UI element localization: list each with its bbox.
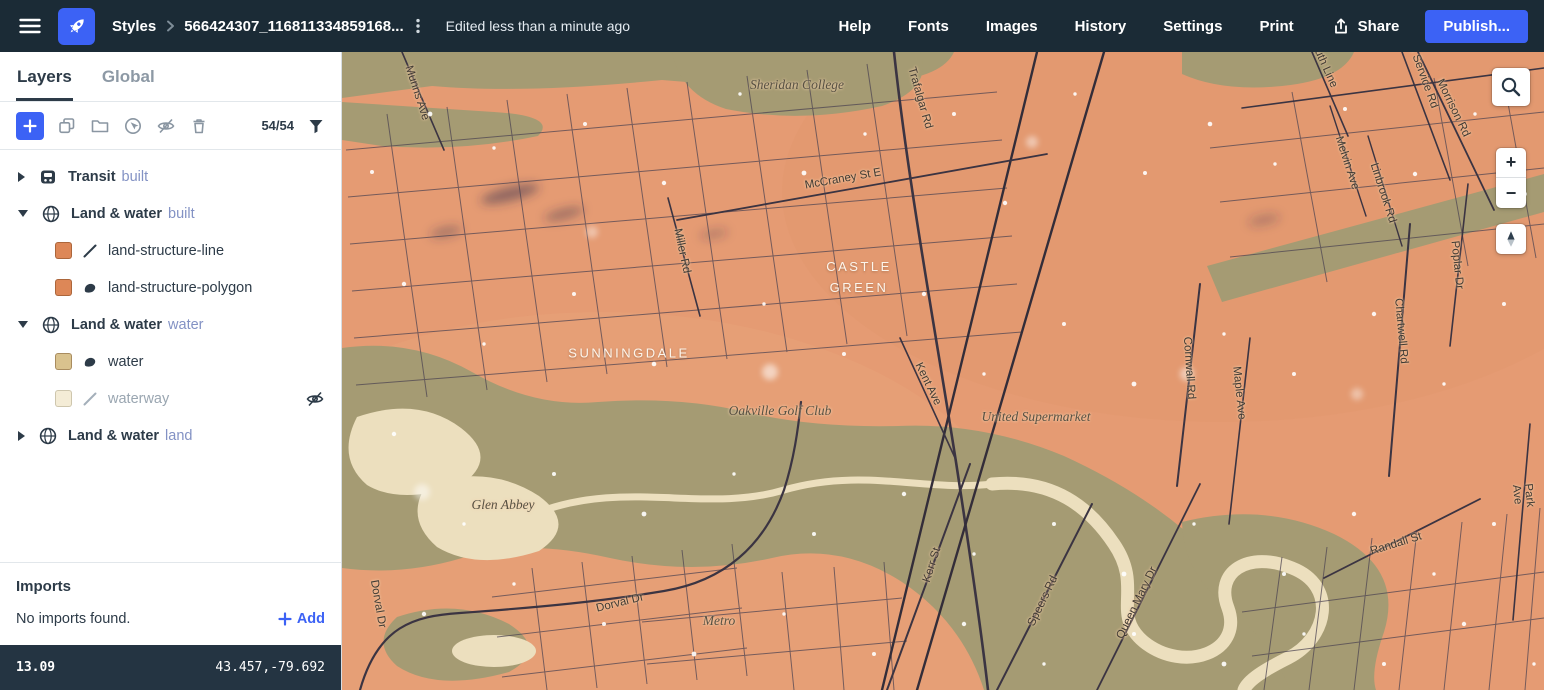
eye-off-icon[interactable] bbox=[156, 116, 176, 136]
cursor-circle-icon[interactable] bbox=[123, 116, 143, 136]
top-navigation: Help Fonts Images History Settings Print bbox=[839, 18, 1294, 35]
kebab-icon[interactable] bbox=[410, 17, 426, 35]
nav-help[interactable]: Help bbox=[839, 18, 872, 35]
share-up-arrow-icon bbox=[1332, 17, 1350, 35]
line-type-icon bbox=[82, 243, 98, 259]
funnel-icon[interactable] bbox=[307, 117, 325, 135]
map-position-bar: 13.09 43.457,-79.692 bbox=[0, 645, 341, 690]
layer-source-label: water bbox=[168, 317, 203, 333]
layer-source-label: built bbox=[122, 169, 149, 185]
layer-group-name: Land & water bbox=[71, 206, 162, 222]
magnifier-icon bbox=[1500, 76, 1522, 98]
publish-button[interactable]: Publish... bbox=[1425, 10, 1528, 43]
color-swatch[interactable] bbox=[55, 353, 72, 370]
layer-item-water[interactable]: water bbox=[0, 343, 341, 380]
globe-icon bbox=[38, 426, 58, 446]
nav-print[interactable]: Print bbox=[1259, 18, 1293, 35]
transit-icon bbox=[38, 167, 58, 187]
layer-item-waterway[interactable]: waterway bbox=[0, 380, 341, 417]
chevron-right-icon bbox=[162, 18, 178, 34]
layer-count: 54/54 bbox=[261, 118, 294, 133]
layer-item-land-structure-polygon[interactable]: land-structure-polygon bbox=[0, 269, 341, 306]
map-canvas[interactable] bbox=[342, 52, 1544, 690]
caret-right-icon[interactable] bbox=[18, 172, 25, 182]
polygon-type-icon bbox=[82, 280, 98, 296]
layer-group-name: Land & water bbox=[71, 317, 162, 333]
add-import-button[interactable]: Add bbox=[278, 611, 325, 627]
plus-icon bbox=[278, 612, 292, 626]
layer-item-label: waterway bbox=[108, 391, 169, 407]
breadcrumb: Styles 566424307_116811334859168... bbox=[112, 17, 426, 35]
nav-images[interactable]: Images bbox=[986, 18, 1038, 35]
mapbox-rocket-icon[interactable] bbox=[58, 8, 95, 45]
tab-layers[interactable]: Layers bbox=[16, 52, 73, 101]
add-import-label: Add bbox=[297, 611, 325, 627]
add-layer-button[interactable] bbox=[16, 112, 44, 140]
layer-item-land-structure-line[interactable]: land-structure-line bbox=[0, 232, 341, 269]
caret-down-icon[interactable] bbox=[18, 321, 28, 328]
layer-group-transit[interactable]: Transit built bbox=[0, 158, 341, 195]
globe-icon bbox=[41, 204, 61, 224]
line-type-icon bbox=[82, 391, 98, 407]
style-name[interactable]: 566424307_116811334859168... bbox=[184, 18, 403, 35]
zoom-in-button[interactable]: + bbox=[1496, 148, 1526, 178]
edited-status: Edited less than a minute ago bbox=[446, 18, 630, 34]
imports-empty-text: No imports found. bbox=[16, 611, 130, 627]
compass-button[interactable] bbox=[1496, 224, 1526, 254]
layers-toolbar: 54/54 bbox=[0, 102, 341, 150]
layer-group-land-water-built[interactable]: Land & water built bbox=[0, 195, 341, 232]
layer-group-land-water-water[interactable]: Land & water water bbox=[0, 306, 341, 343]
zoom-level: 13.09 bbox=[16, 660, 55, 675]
layer-group-land-water-land[interactable]: Land & water land bbox=[0, 417, 341, 454]
nav-history[interactable]: History bbox=[1075, 18, 1127, 35]
sidebar-tabs: Layers Global bbox=[0, 52, 341, 102]
layer-source-label: land bbox=[165, 428, 192, 444]
folder-icon[interactable] bbox=[90, 116, 110, 136]
mapbox-studio-app: Styles 566424307_116811334859168... Edit… bbox=[0, 0, 1544, 690]
hamburger-icon[interactable] bbox=[16, 12, 44, 40]
layer-list: Transit built Land & water built bbox=[0, 150, 341, 454]
color-swatch[interactable] bbox=[55, 242, 72, 259]
layer-source-label: built bbox=[168, 206, 195, 222]
nav-fonts[interactable]: Fonts bbox=[908, 18, 949, 35]
nav-settings[interactable]: Settings bbox=[1163, 18, 1222, 35]
caret-down-icon[interactable] bbox=[18, 210, 28, 217]
imports-title: Imports bbox=[16, 578, 325, 595]
globe-icon bbox=[41, 315, 61, 335]
share-button[interactable]: Share bbox=[1332, 17, 1400, 35]
trash-icon[interactable] bbox=[189, 116, 209, 136]
topbar: Styles 566424307_116811334859168... Edit… bbox=[0, 0, 1544, 52]
layer-item-label: water bbox=[108, 354, 143, 370]
color-swatch[interactable] bbox=[55, 279, 72, 296]
zoom-out-button[interactable]: − bbox=[1496, 178, 1526, 208]
duplicate-icon[interactable] bbox=[57, 116, 77, 136]
map-viewport[interactable]: Sheridan College Trafalgar Rd McCraney S… bbox=[342, 52, 1544, 690]
layer-group-name: Land & water bbox=[68, 428, 159, 444]
eye-off-icon[interactable] bbox=[305, 389, 325, 409]
share-label: Share bbox=[1358, 18, 1400, 35]
layer-group-name: Transit bbox=[68, 169, 116, 185]
tab-global[interactable]: Global bbox=[101, 52, 156, 101]
layer-item-label: land-structure-line bbox=[108, 243, 224, 259]
map-search-button[interactable] bbox=[1492, 68, 1530, 106]
layers-sidebar: Layers Global bbox=[0, 52, 342, 690]
imports-section: Imports No imports found. Add bbox=[0, 562, 341, 645]
polygon-type-icon bbox=[82, 354, 98, 370]
caret-right-icon[interactable] bbox=[18, 431, 25, 441]
coordinates: 43.457,-79.692 bbox=[215, 660, 325, 675]
compass-needle-icon bbox=[1500, 228, 1522, 250]
breadcrumb-styles[interactable]: Styles bbox=[112, 18, 156, 35]
zoom-controls: + − bbox=[1496, 148, 1526, 208]
layer-item-label: land-structure-polygon bbox=[108, 280, 252, 296]
color-swatch[interactable] bbox=[55, 390, 72, 407]
